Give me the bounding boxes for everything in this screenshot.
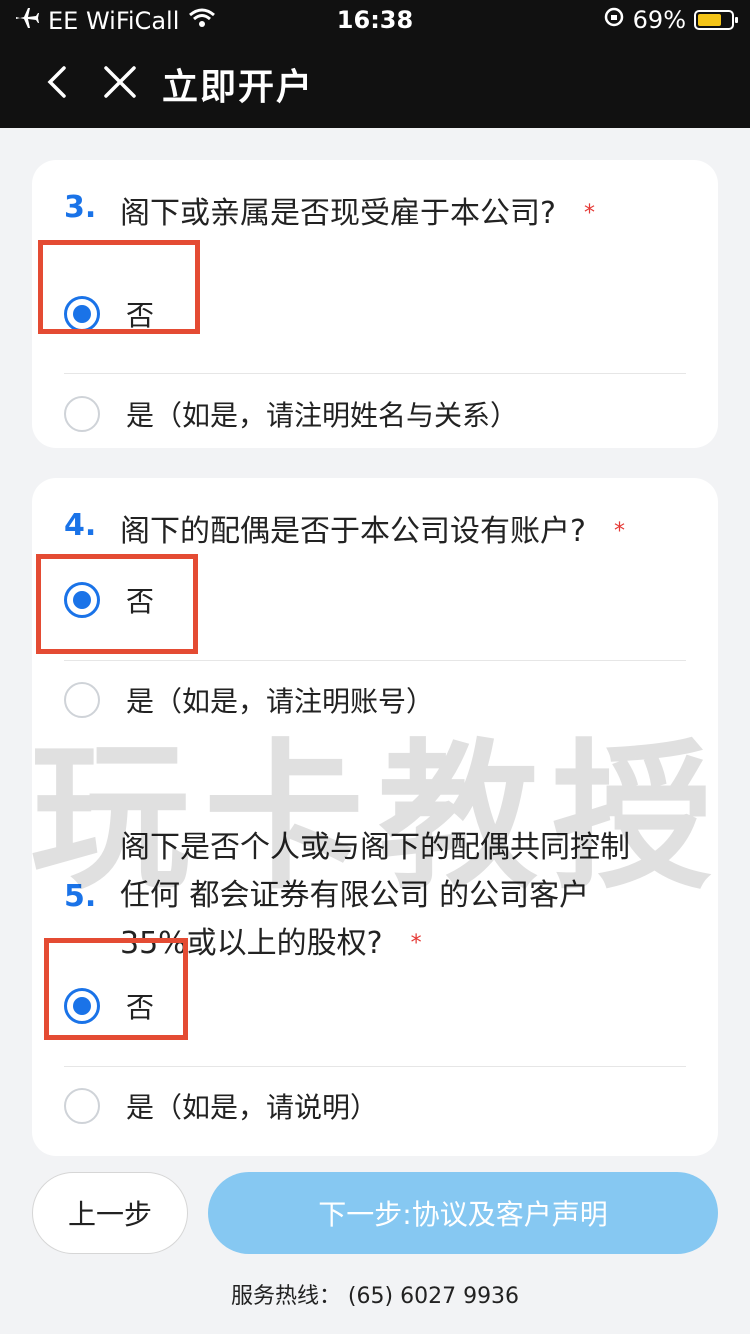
question-number: 4. (64, 508, 97, 543)
question-number: 3. (64, 190, 97, 225)
option-label: 是（如是，请注明姓名与关系） (126, 399, 519, 432)
radio-unchecked-icon[interactable] (64, 1088, 100, 1124)
required-marker: * (410, 931, 422, 956)
option-yes[interactable]: 是（如是，请说明） (64, 1056, 686, 1156)
prev-step-button[interactable]: 上一步 (32, 1172, 188, 1254)
question-text: 阁下是否个人或与阁下的配偶共同控制 任何 都会证券有限公司 的公司客户 35%或… (120, 830, 630, 961)
radio-unchecked-icon[interactable] (64, 682, 100, 718)
option-yes[interactable]: 是（如是，请注明账号） (64, 650, 686, 750)
required-marker: * (583, 201, 595, 226)
chevron-left-icon[interactable] (40, 62, 80, 102)
close-icon[interactable] (100, 62, 140, 102)
rotation-lock-icon (603, 6, 625, 34)
question-list[interactable]: 3. 阁下或亲属是否现受雇于本公司? * 否 是（如是，请注明姓名与关系） 4. … (0, 128, 750, 1156)
required-marker: * (613, 519, 625, 544)
account-opening-page: EE WiFiCall 16:38 69% 立即开户 3. 阁下或亲属是否现受雇… (0, 0, 750, 1334)
option-yes[interactable]: 是（如是，请注明姓名与关系） (64, 364, 686, 464)
battery-icon (694, 10, 738, 30)
question-text: 阁下的配偶是否于本公司设有账户? * (120, 514, 625, 549)
highlight-box (36, 554, 198, 654)
highlight-box (44, 938, 188, 1040)
battery-percent: 69% (632, 6, 686, 34)
service-hotline: 服务热线： (65) 6027 9936 (230, 1284, 520, 1309)
next-step-button[interactable]: 下一步:协议及客户声明 (208, 1172, 718, 1254)
question-number: 5. (64, 878, 97, 914)
top-bar: EE WiFiCall 16:38 69% 立即开户 (0, 0, 750, 128)
option-label: 是（如是，请说明） (126, 1091, 379, 1124)
highlight-box (38, 240, 200, 334)
radio-unchecked-icon[interactable] (64, 396, 100, 432)
page-title: 立即开户 (162, 67, 315, 108)
status-bar: EE WiFiCall 16:38 69% (0, 0, 750, 42)
nav-bar: 立即开户 (0, 50, 750, 120)
question-text: 阁下或亲属是否现受雇于本公司? * (120, 196, 595, 231)
bottom-bar: 上一步 下一步:协议及客户声明 服务热线： (65) 6027 9936 (0, 1156, 750, 1334)
option-label: 是（如是，请注明账号） (126, 685, 435, 718)
